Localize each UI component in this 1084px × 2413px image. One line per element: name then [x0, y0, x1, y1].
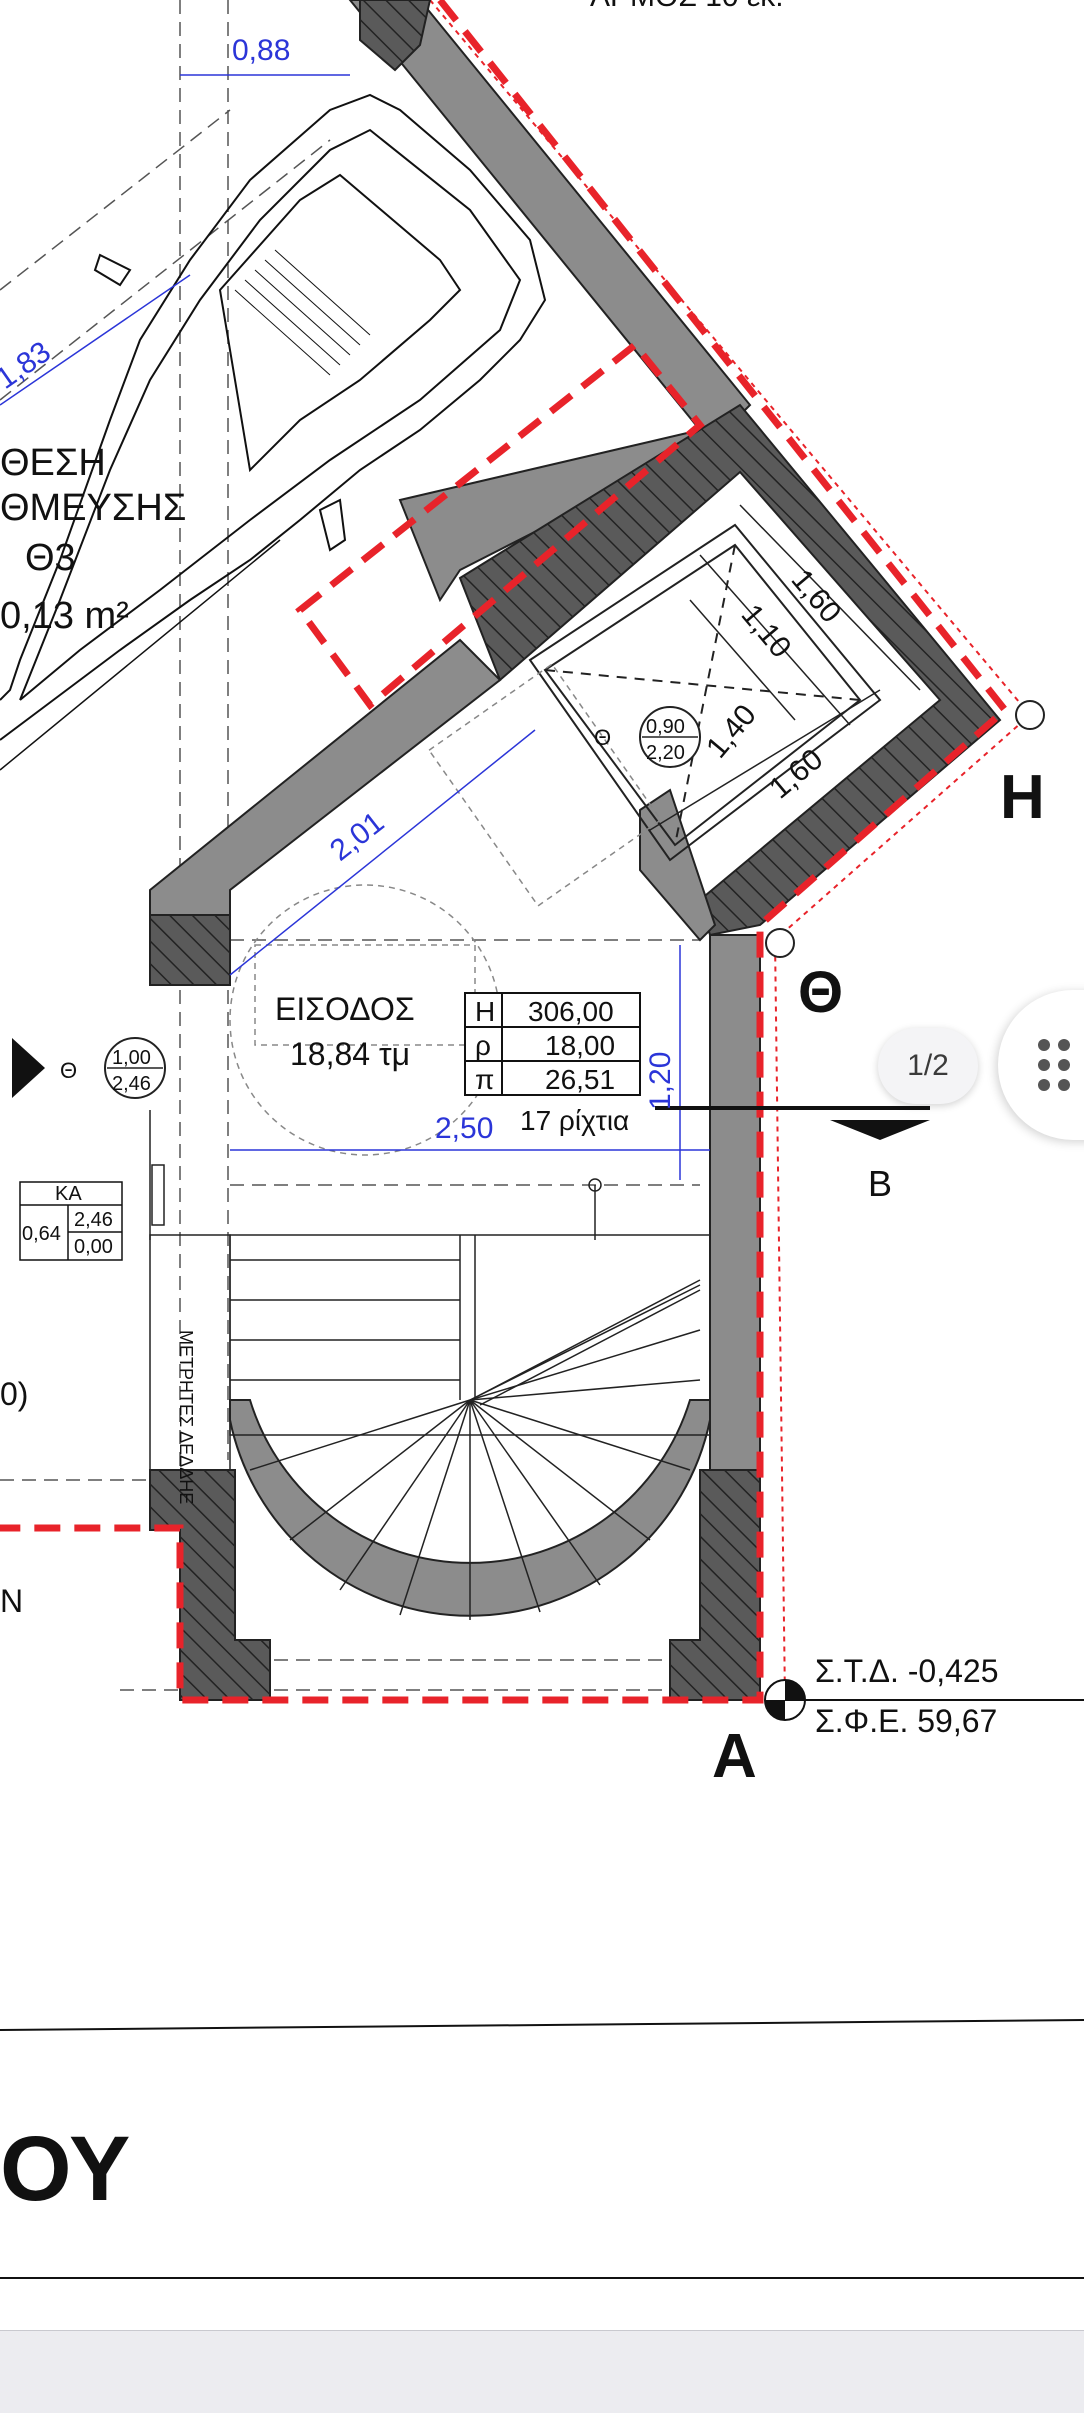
dim-diag: 2,01 — [324, 806, 390, 868]
page-indicator-text: 1/2 — [907, 1049, 949, 1082]
parking-label-2: ΘΜΕΥΣΗΣ — [0, 487, 186, 529]
dim-car: 1,83 — [0, 335, 57, 396]
corner-marker-h — [1015, 700, 1045, 730]
ka-bottom: 0,00 — [74, 1236, 113, 1258]
stair-val-h: 306,00 — [528, 996, 614, 1027]
corner-marker-theta — [765, 928, 795, 958]
parking-label-3: Θ3 — [25, 537, 76, 579]
stair-key-r: ρ — [475, 1030, 491, 1061]
dim-width: 2,50 — [435, 1112, 493, 1145]
title-fragment: ΟΥ — [0, 2118, 130, 2220]
wall-right — [709, 934, 761, 1471]
stair-val-p: 26,51 — [545, 1064, 615, 1095]
parking-label-1: ΘΕΣΗ — [0, 442, 106, 484]
ka-top: 2,46 — [74, 1209, 113, 1231]
wall-diag-left — [149, 638, 502, 921]
left-door-top: 1,00 — [112, 1047, 151, 1069]
ka-header: ΚΑ — [55, 1183, 82, 1205]
elev-door-bottom: 2,20 — [646, 742, 685, 764]
top-cut-text: ΑΡΜΟΣ 10 εκ. — [590, 0, 784, 13]
drag-grip-icon — [1038, 1039, 1070, 1091]
risers-label: 17 ρίχτια — [520, 1105, 629, 1136]
floor-plan-drawing[interactable]: ΑΡΜΟΣ 10 εκ. 0,88 1,83 ΘΕΣΗ ΘΜΕΥΣΗΣ Θ3 0… — [0, 0, 1084, 2412]
corner-label-theta: Θ — [798, 960, 843, 1025]
stair-key-h: Η — [475, 996, 495, 1027]
left-cut-n: N — [0, 1583, 23, 1619]
entrance-label: ΕΙΣΟΔΟΣ — [275, 991, 415, 1027]
dim-vertical: 1,20 — [644, 1052, 677, 1110]
bottom-bar — [0, 2330, 1084, 2413]
parking-area: 0,13 m² — [0, 595, 129, 637]
page-indicator: 1/2 — [878, 1028, 978, 1104]
section-label-b: Β — [868, 1163, 892, 1204]
entrance-arrow — [12, 1038, 45, 1098]
left-door-bottom: 2,46 — [112, 1073, 151, 1095]
stair-treads — [229, 1178, 711, 1620]
pdf-viewer[interactable]: ΑΡΜΟΣ 10 εκ. 0,88 1,83 ΘΕΣΗ ΘΜΕΥΣΗΣ Θ3 0… — [0, 0, 1084, 2413]
meters-label: ΜΕΤΡΗΤΕΣ ΔΕΔΔΗΕ — [176, 1330, 196, 1504]
elev-dim-3: 1,40 — [700, 699, 763, 765]
ka-left: 0,64 — [22, 1223, 61, 1245]
wall-bottom-left — [149, 1469, 271, 1701]
corner-label-h: Η — [1000, 763, 1045, 832]
corner-label-a: Α — [712, 1722, 757, 1791]
wall-stub-left — [149, 914, 231, 986]
elevation-std: Σ.Τ.Δ. -0,425 — [815, 1653, 998, 1689]
wall-bottom-right — [669, 1469, 761, 1701]
elev-door-top: 0,90 — [646, 716, 685, 738]
elevation-sfe: Σ.Φ.Ε. 59,67 — [815, 1703, 997, 1739]
left-door-symbol: Θ — [60, 1058, 77, 1083]
stair-val-r: 18,00 — [545, 1030, 615, 1061]
left-cut-paren: 0) — [0, 1376, 28, 1412]
elev-door-symbol: Θ — [594, 725, 611, 750]
dim-top: 0,88 — [232, 34, 290, 67]
section-cut-b — [655, 1106, 930, 1140]
stair-key-p: π — [475, 1064, 494, 1095]
elev-dim-4: 1,60 — [763, 743, 829, 806]
entrance-area: 18,84 τμ — [290, 1036, 410, 1072]
